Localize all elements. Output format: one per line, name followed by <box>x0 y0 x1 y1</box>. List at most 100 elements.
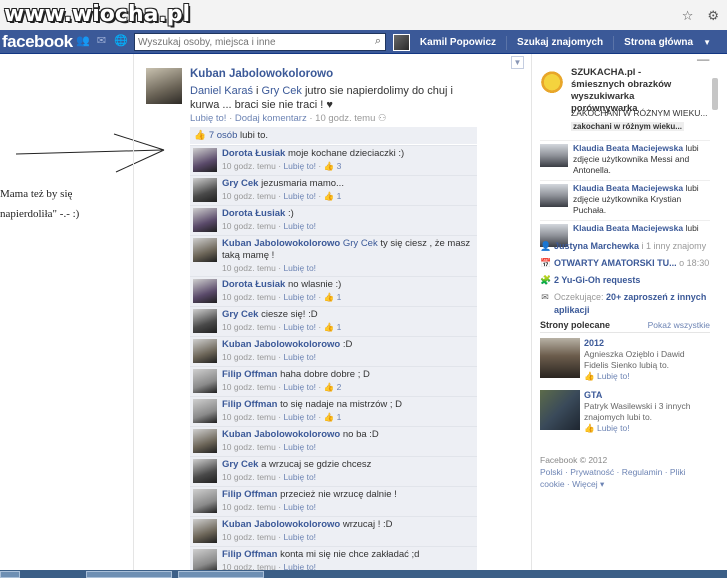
comment-time[interactable]: 10 godz. temu <box>222 322 276 332</box>
comment-author[interactable]: Dorota Łusiak <box>222 208 285 219</box>
comment-like-count[interactable]: 1 <box>337 292 342 302</box>
footer-links[interactable]: Polski · Prywatność · Regulamin · Pliki … <box>540 466 710 490</box>
post-time[interactable]: 10 godz. temu <box>315 113 375 124</box>
avatar[interactable] <box>193 339 217 363</box>
ticker-name[interactable]: Klaudia Beata Maciejewska <box>573 223 683 233</box>
profile-link[interactable]: Kamil Popowicz <box>420 37 496 48</box>
comment-time[interactable]: 10 godz. temu <box>222 161 276 171</box>
notification-row[interactable]: ✉ Oczekujące: 20+ zaproszeń z innych apli… <box>540 291 710 317</box>
comment-author[interactable]: Dorota Łusiak <box>222 279 285 290</box>
avatar[interactable] <box>193 399 217 423</box>
comment-like-link[interactable]: Lubię to! <box>283 161 316 171</box>
notification-row[interactable]: 👤 Justyna Marchewka i 1 inny znajomy <box>540 240 710 253</box>
comment-like-link[interactable]: Lubię to! <box>283 191 316 201</box>
notification-title[interactable]: Justyna Marchewka <box>554 241 639 251</box>
comment-like-link[interactable]: Lubię to! <box>283 322 316 332</box>
friend-requests-icon[interactable]: 👥 <box>76 35 90 48</box>
ad-image[interactable] <box>540 69 564 93</box>
comment-time[interactable]: 10 godz. temu <box>222 472 276 482</box>
taskbar-item[interactable] <box>178 571 264 578</box>
comment-author[interactable]: Kuban Jabolowokolorowo <box>222 339 340 350</box>
ticker-scrollbar[interactable] <box>712 78 718 110</box>
avatar[interactable] <box>193 459 217 483</box>
ad-tag[interactable]: zakochani w różnym wieku... <box>571 122 684 131</box>
comment-author[interactable]: Gry Cek <box>222 459 258 470</box>
thumbs-up-icon[interactable]: 👍 <box>324 412 335 422</box>
thumbs-up-icon[interactable]: 👍 <box>324 292 335 302</box>
ticker-item[interactable]: Klaudia Beata Maciejewska lubi zdjęcie u… <box>540 140 710 180</box>
comment-author[interactable]: Filip Offman <box>222 549 277 560</box>
thumbs-up-icon[interactable]: 👍 <box>324 322 335 332</box>
comment-time[interactable]: 10 godz. temu <box>222 352 276 362</box>
ticker-name[interactable]: Klaudia Beata Maciejewska <box>573 183 683 193</box>
comment-like-link[interactable]: Lubię to! <box>283 502 316 512</box>
notification-title[interactable]: OTWARTY AMATORSKI TU... <box>554 258 677 268</box>
messages-icon[interactable]: ✉ <box>95 35 108 48</box>
avatar[interactable] <box>193 429 217 453</box>
comment-like-link[interactable]: Lubię to! <box>283 532 316 542</box>
avatar[interactable] <box>193 489 217 513</box>
find-friends-link[interactable]: Szukaj znajomych <box>517 37 603 48</box>
comment-time[interactable]: 10 godz. temu <box>222 532 276 542</box>
like-page-button[interactable]: 👍 Lubię to! <box>584 371 710 382</box>
search-icon[interactable]: ⌕ <box>375 35 381 48</box>
comment-like-link[interactable]: Lubię to! <box>283 472 316 482</box>
ticker-image[interactable] <box>540 144 568 167</box>
recommended-page[interactable]: GTA Patryk Wasilewski i 3 innych znajomy… <box>540 390 710 438</box>
home-link[interactable]: Strona główna <box>624 37 693 48</box>
comment-like-count[interactable]: 2 <box>337 382 342 392</box>
comment-like-link[interactable]: Lubię to! <box>283 221 316 231</box>
avatar[interactable] <box>193 519 217 543</box>
comment-time[interactable]: 10 godz. temu <box>222 382 276 392</box>
comment-like-count[interactable]: 3 <box>337 161 342 171</box>
avatar[interactable] <box>193 148 217 172</box>
comment-time[interactable]: 10 godz. temu <box>222 502 276 512</box>
tagged-person[interactable]: Gry Cek <box>343 238 378 249</box>
recommended-page[interactable]: 2012 Agnieszka Ozięblo i Dawid Fidelis S… <box>540 338 710 386</box>
thumbs-up-icon[interactable]: 👍 <box>324 191 335 201</box>
ticker-resize-icon[interactable]: ▔▔ <box>697 60 709 69</box>
comment-like-link[interactable]: Lubię to! <box>283 263 316 273</box>
ticker-item[interactable]: Klaudia Beata Maciejewska lubi zdjęcie u… <box>540 180 710 220</box>
comment-author[interactable]: Gry Cek <box>222 178 258 189</box>
thumbs-up-icon[interactable]: 👍 <box>324 161 335 171</box>
comment-like-link[interactable]: Lubię to! <box>283 382 316 392</box>
comment-like-link[interactable]: Lubię to! <box>283 442 316 452</box>
avatar[interactable] <box>193 208 217 232</box>
tagged-person[interactable]: Daniel Karaś <box>190 85 253 97</box>
comment-link[interactable]: Dodaj komentarz <box>235 113 307 124</box>
comment-author[interactable]: Filip Offman <box>222 369 277 380</box>
comment-like-count[interactable]: 1 <box>337 322 342 332</box>
ticker-name[interactable]: Klaudia Beata Maciejewska <box>573 143 683 153</box>
avatar[interactable] <box>392 34 410 51</box>
comment-author[interactable]: Kuban Jabolowokolorowo <box>222 519 340 530</box>
avatar[interactable] <box>193 238 217 262</box>
comment-time[interactable]: 10 godz. temu <box>222 442 276 452</box>
comment-time[interactable]: 10 godz. temu <box>222 412 276 422</box>
page-image[interactable] <box>540 390 580 430</box>
notification-row[interactable]: 🧩 2 Yu-Gi-Oh requests <box>540 274 710 287</box>
comment-time[interactable]: 10 godz. temu <box>222 221 276 231</box>
post-author[interactable]: Kuban Jabolowokolorowo <box>190 68 333 80</box>
avatar[interactable] <box>193 178 217 202</box>
comment-time[interactable]: 10 godz. temu <box>222 263 276 273</box>
search-input[interactable] <box>135 34 360 50</box>
comment-like-link[interactable]: Lubię to! <box>283 412 316 422</box>
taskbar-item[interactable] <box>86 571 172 578</box>
avatar[interactable] <box>193 369 217 393</box>
avatar[interactable] <box>193 309 217 333</box>
comment-like-count[interactable]: 1 <box>337 191 342 201</box>
account-menu-icon[interactable]: ▼ <box>703 38 711 47</box>
wrench-icon[interactable]: ⚙ <box>707 8 719 24</box>
page-name[interactable]: 2012 <box>584 338 710 349</box>
see-all-link[interactable]: Pokaż wszystkie <box>648 320 710 330</box>
tagged-person[interactable]: Gry Cek <box>262 85 302 97</box>
chevron-down-icon[interactable]: ▼ <box>511 56 524 69</box>
comment-time[interactable]: 10 godz. temu <box>222 191 276 201</box>
ticker-image[interactable] <box>540 184 568 207</box>
page-name[interactable]: GTA <box>584 390 710 401</box>
facebook-logo[interactable]: facebook <box>2 32 73 52</box>
star-icon[interactable]: ☆ <box>682 8 694 24</box>
notification-row[interactable]: 📅 OTWARTY AMATORSKI TU... o 18:30 <box>540 257 710 270</box>
thumbs-up-icon[interactable]: 👍 <box>324 382 335 392</box>
